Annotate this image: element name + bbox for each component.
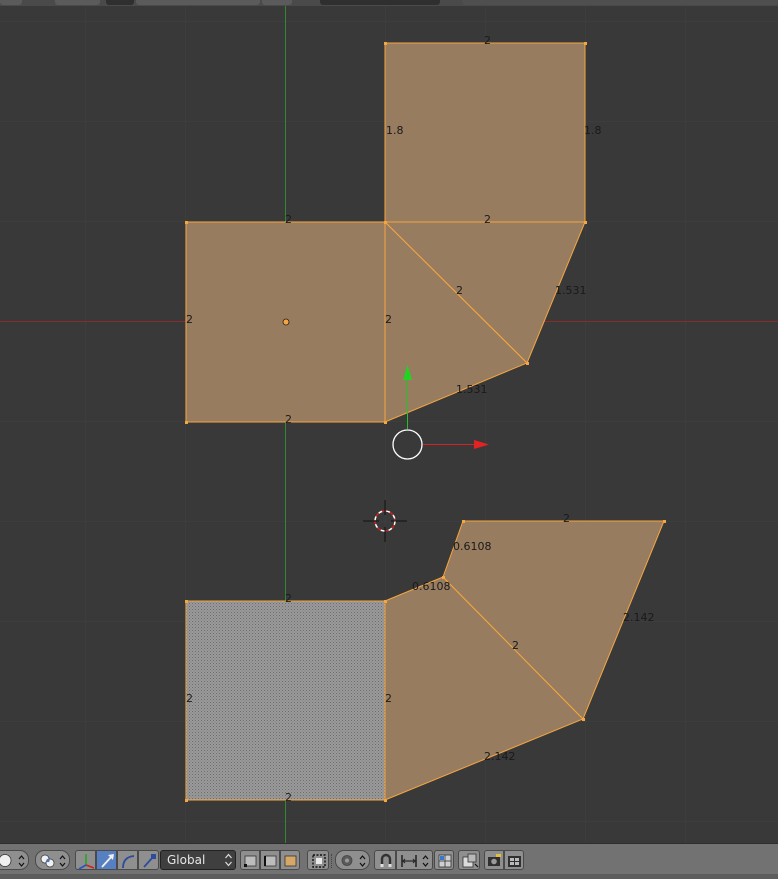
orientation-value: Global [167, 853, 206, 867]
edge-label: 2 [385, 313, 392, 326]
transform-orientation-select[interactable]: Global [160, 850, 236, 870]
pivot-point-menu[interactable] [35, 850, 70, 870]
edge-label: 1.531 [456, 383, 488, 396]
edge-label: 2 [285, 592, 292, 605]
edge-select-mode-button[interactable] [260, 850, 280, 870]
vertex-select-mode-button[interactable] [240, 850, 260, 870]
edge-label: 2 [456, 284, 463, 297]
edge-label: 0.6108 [453, 540, 492, 553]
edge-label: 2 [563, 512, 570, 525]
edge-label: 2 [285, 791, 292, 804]
edge-label: 2.142 [623, 611, 655, 624]
edge-label: 2 [512, 639, 519, 652]
render-opengl-animation-button[interactable] [504, 850, 524, 870]
footer-edge [0, 874, 778, 879]
edge-label: 2 [285, 413, 292, 426]
object-origin[interactable] [282, 318, 290, 326]
scale-manipulator-button[interactable] [138, 850, 159, 870]
toolbar-separator [331, 854, 334, 868]
edge-label: 2 [484, 34, 491, 47]
translate-manipulator-button[interactable] [96, 850, 117, 870]
mesh-scene[interactable]: 2 1.8 1.8 2 2 2 2 2 2 1.531 1.531 2 0.61… [0, 0, 778, 843]
limit-selection-visible-button[interactable] [307, 850, 329, 870]
snap-element-menu[interactable] [396, 850, 433, 870]
grey-face[interactable] [185, 600, 386, 801]
viewport-shading-menu[interactable] [0, 850, 29, 870]
face-select-mode-button[interactable] [280, 850, 300, 870]
snap-toggle-button[interactable] [374, 850, 396, 870]
edge-label: 2 [186, 313, 193, 326]
rotate-manipulator-button[interactable] [117, 850, 138, 870]
edge-label: 2 [385, 692, 392, 705]
snap-target-button[interactable] [434, 850, 454, 870]
edge-label: 1.8 [584, 124, 602, 137]
proportional-editing-menu[interactable] [335, 850, 370, 870]
edge-label: 2 [186, 692, 193, 705]
edge-label: 2.142 [484, 750, 516, 763]
edge-label: 1.8 [386, 124, 404, 137]
copy-layer-button[interactable] [458, 850, 480, 870]
edge-label: 2 [285, 213, 292, 226]
manipulator-toggle-button[interactable] [75, 850, 96, 870]
top-face[interactable] [384, 42, 586, 223]
viewport-header-toolbar: Global [0, 843, 778, 879]
edge-label: 2 [484, 213, 491, 226]
render-opengl-image-button[interactable] [484, 850, 504, 870]
edge-label: 0.6108 [412, 580, 451, 593]
edge-label: 1.531 [555, 284, 587, 297]
3d-viewport[interactable]: 2 1.8 1.8 2 2 2 2 2 2 1.531 1.531 2 0.61… [0, 0, 778, 843]
